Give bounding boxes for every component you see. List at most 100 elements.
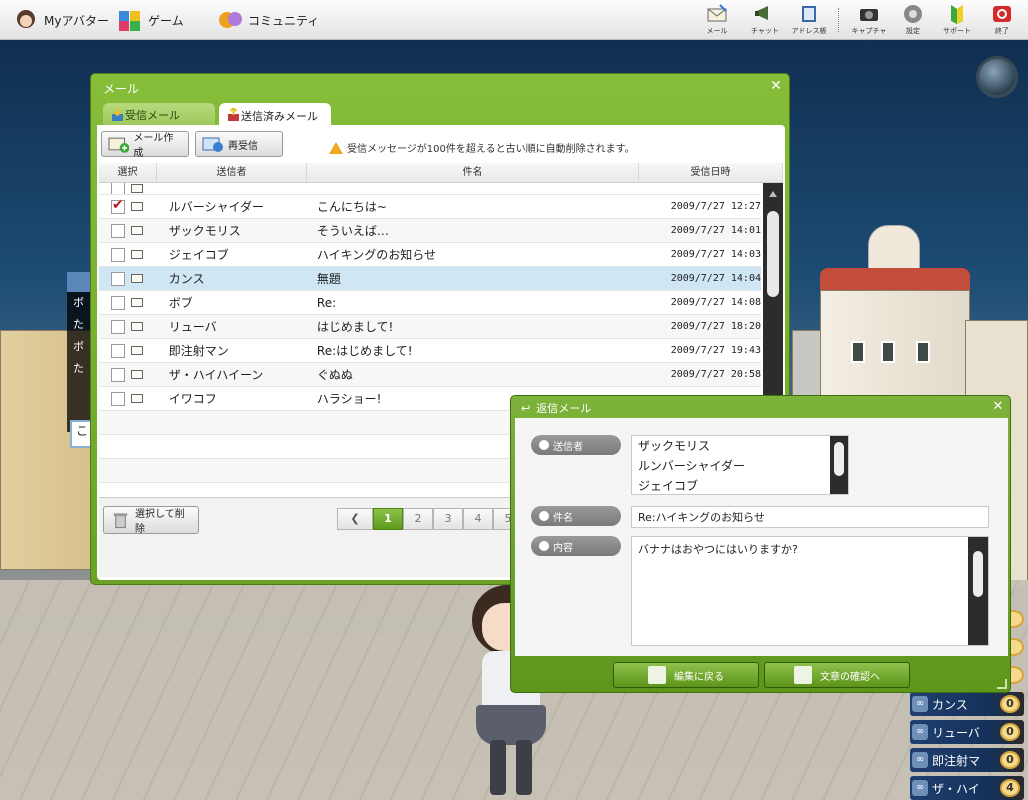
- recipient-list[interactable]: ザックモリス ルンバーシャイダー ジェイコブ: [631, 435, 849, 495]
- friend-item[interactable]: ∞ ザ・ハイ 4: [910, 776, 1024, 800]
- compose-button-label: メール作成: [133, 133, 174, 159]
- delete-selected-button[interactable]: 選択して削除: [103, 506, 199, 535]
- nav-my-avatar[interactable]: Myアバター: [14, 0, 109, 40]
- page-button[interactable]: 2: [403, 508, 433, 530]
- body-scrollbar[interactable]: [968, 537, 988, 645]
- refresh-mail-icon: [202, 137, 223, 152]
- col-date[interactable]: 受信日時: [639, 163, 783, 182]
- friend-name: カンス: [932, 697, 968, 712]
- table-row[interactable]: ジェイコブ ハイキングのお知らせ 2009/7/27 14:03: [99, 243, 761, 267]
- prev-page-icon[interactable]: ❮: [337, 508, 373, 530]
- friend-list: ∞ カンス 0 ∞ リューバ 0 ∞ 即注射マ 0 ∞ ザ・ハイ 4: [910, 692, 1024, 800]
- back-to-edit-label: 編集に戻る: [674, 671, 724, 683]
- back-to-edit-button[interactable]: 編集に戻る: [613, 662, 759, 688]
- row-checkbox[interactable]: [111, 223, 125, 238]
- tool-support-label: サポート: [943, 27, 971, 35]
- subject-input[interactable]: Re:ハイキングのお知らせ: [631, 506, 989, 528]
- page-button[interactable]: 4: [463, 508, 493, 530]
- tab-inbox-label: 受信メール: [125, 109, 180, 122]
- link-icon: ∞: [912, 696, 928, 712]
- table-row[interactable]: [99, 183, 761, 195]
- row-sender: ザックモリス: [168, 224, 241, 238]
- reply-window-title-text: 返信メール: [536, 402, 592, 415]
- close-icon[interactable]: ✕: [767, 77, 785, 95]
- nav-community[interactable]: コミュニティ: [218, 0, 319, 40]
- friend-item[interactable]: ∞ カンス 0: [910, 692, 1024, 716]
- tool-mail[interactable]: メール: [697, 3, 737, 37]
- mail-table-header: 選択 送信者 件名 受信日時: [99, 163, 783, 183]
- table-row[interactable]: ルバーシャイダー こんにちは~ 2009/7/27 12:27: [99, 195, 761, 219]
- delete-selected-label: 選択して削除: [135, 509, 185, 535]
- reply-arrow-icon: ↩: [521, 401, 531, 415]
- link-icon: ∞: [912, 780, 928, 796]
- row-checkbox[interactable]: [111, 319, 125, 334]
- address-book-icon: [802, 6, 816, 22]
- recipient-scrollbar[interactable]: [830, 436, 848, 494]
- table-row[interactable]: 即注射マン Re:はじめまして! 2009/7/27 19:43: [99, 339, 761, 363]
- warning-icon: [329, 141, 343, 154]
- sender-label: 送信者: [531, 435, 621, 455]
- row-checkbox[interactable]: [111, 391, 125, 406]
- scrollbar-thumb[interactable]: [767, 211, 779, 297]
- chat-icon: [755, 6, 768, 20]
- confirm-text-button[interactable]: 文章の確認へ: [764, 662, 910, 688]
- table-row[interactable]: カンス 無題 2009/7/27 14:04: [99, 267, 761, 291]
- tool-chat[interactable]: チャット: [745, 3, 785, 37]
- tool-capture[interactable]: キャプチャー: [849, 3, 889, 45]
- row-checkbox[interactable]: [111, 183, 125, 194]
- body-textarea[interactable]: バナナはおやつにはいりますか?: [631, 536, 989, 646]
- confirm-text-label: 文章の確認へ: [820, 671, 880, 683]
- page-button[interactable]: 1: [373, 508, 403, 530]
- resize-grip-icon[interactable]: [997, 679, 1007, 689]
- tool-exit[interactable]: 終了: [982, 3, 1022, 37]
- table-row[interactable]: ザックモリス そういえば… 2009/7/27 14:01: [99, 219, 761, 243]
- col-sender[interactable]: 送信者: [157, 163, 307, 182]
- edit-icon: [539, 541, 549, 551]
- tool-support[interactable]: サポート: [937, 3, 977, 37]
- close-icon[interactable]: ✕: [990, 399, 1006, 415]
- row-date: 2009/7/27 19:43: [670, 345, 761, 356]
- friend-item[interactable]: ∞ リューバ 0: [910, 720, 1024, 744]
- row-date: 2009/7/27 12:27: [670, 201, 761, 212]
- page-button[interactable]: 3: [433, 508, 463, 530]
- refresh-button[interactable]: 再受信: [195, 131, 283, 157]
- open-envelope-icon: [130, 274, 143, 283]
- tool-settings[interactable]: 設定: [893, 3, 933, 37]
- table-row[interactable]: リューバ はじめまして! 2009/7/27 18:20: [99, 315, 761, 339]
- row-checkbox[interactable]: [111, 271, 125, 286]
- auto-delete-notice: 受信メッセージが100件を超えると古い順に自動削除されます。: [329, 140, 635, 155]
- table-row[interactable]: ザ・ハイハイーン ぐぬぬ 2009/7/27 20:58: [99, 363, 761, 387]
- settings-icon: [904, 5, 922, 23]
- tool-address-book[interactable]: アドレス帳: [789, 3, 829, 37]
- speech-bubble-icon: [539, 511, 549, 521]
- row-checkbox[interactable]: [111, 197, 125, 214]
- compass-icon[interactable]: [976, 56, 1018, 98]
- row-subject: そういえば…: [316, 224, 389, 238]
- reply-window-title: ↩ 返信メール: [521, 400, 591, 416]
- recipient-item[interactable]: ザックモリス: [638, 436, 842, 456]
- body-label: 内容: [531, 536, 621, 556]
- friend-name: ザ・ハイ: [932, 781, 980, 796]
- envelope-pen-icon: [794, 666, 812, 684]
- row-checkbox[interactable]: [111, 247, 125, 262]
- row-checkbox[interactable]: [111, 367, 125, 382]
- col-subject[interactable]: 件名: [307, 163, 639, 182]
- compose-button[interactable]: メール作成: [101, 131, 189, 159]
- subject-label: 件名: [531, 506, 621, 526]
- power-icon: [993, 6, 1011, 22]
- nav-game[interactable]: ゲーム: [118, 0, 184, 40]
- col-select[interactable]: 選択: [99, 163, 157, 182]
- recipient-item[interactable]: ジェイコブ: [638, 476, 842, 496]
- friend-item[interactable]: ∞ 即注射マ 0: [910, 748, 1024, 772]
- compose-mail-icon: [108, 137, 130, 153]
- table-row[interactable]: ボブ Re: 2009/7/27 14:08: [99, 291, 761, 315]
- row-checkbox[interactable]: [111, 295, 125, 310]
- scroll-up-icon[interactable]: [769, 191, 777, 197]
- tab-inbox[interactable]: 受信メール: [103, 103, 215, 127]
- row-checkbox[interactable]: [111, 343, 125, 358]
- tool-chat-label: チャット: [751, 27, 779, 35]
- open-envelope-icon: [130, 322, 143, 331]
- recipient-item[interactable]: ルンバーシャイダー: [638, 456, 842, 476]
- sender-label-text: 送信者: [553, 441, 583, 453]
- link-icon: ∞: [912, 724, 928, 740]
